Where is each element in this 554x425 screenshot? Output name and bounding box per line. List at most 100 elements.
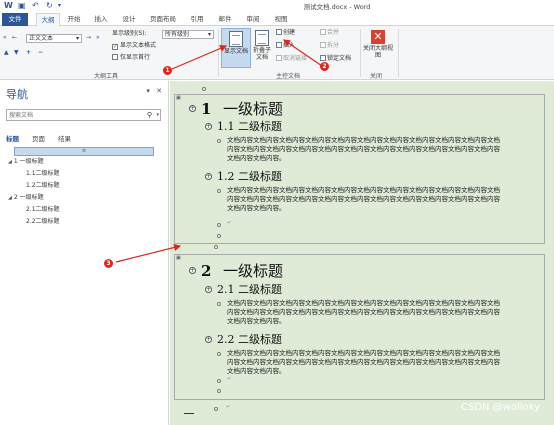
- nav-options-icon[interactable]: ▾: [146, 87, 150, 95]
- demote-icon[interactable]: →: [86, 34, 91, 42]
- tab-page-layout[interactable]: 页面布局: [146, 13, 180, 26]
- insert-label: 插入: [283, 42, 296, 49]
- empty-paragraph-bullet: [217, 234, 221, 238]
- heading1-number: 2: [201, 262, 212, 280]
- nav-pane-controls: ▾ ✕: [146, 87, 162, 95]
- nav-item[interactable]: 2.1二级标题: [26, 205, 60, 214]
- create-subdoc-button[interactable]: 创建: [276, 29, 295, 37]
- expand-plus-icon[interactable]: +: [189, 105, 196, 112]
- promote-icon[interactable]: ←: [12, 34, 17, 42]
- tab-mailings[interactable]: 邮件: [214, 13, 236, 26]
- empty-paragraph-bullet: [217, 389, 221, 393]
- show-level-select[interactable]: 所有级别 ▾: [162, 30, 214, 39]
- tab-design[interactable]: 设计: [118, 13, 140, 26]
- nav-item-label: 1.1二级标题: [26, 170, 60, 177]
- show-document-icon: [229, 31, 243, 47]
- first-line-only-checkbox[interactable]: 仅显示首行: [112, 54, 150, 62]
- expand-icon[interactable]: +: [26, 49, 31, 57]
- outline-document-area[interactable]: ▣ + 1 一级标题 + 1.1 二级标题 文档内容文档内容文档内容文档内容文档…: [170, 81, 554, 425]
- nav-tab-results[interactable]: 结果: [58, 133, 71, 143]
- demote-to-body-icon[interactable]: »: [96, 34, 100, 42]
- nav-item[interactable]: ◢ 2 一级标题: [8, 193, 44, 203]
- move-down-icon[interactable]: ▼: [14, 49, 19, 57]
- lock-icon: [320, 55, 326, 61]
- body-text: 文档内容文档内容文档内容文档内容文档内容文档内容文档内容文档内容文档内容文档内容…: [227, 136, 500, 162]
- master-doc-group-label: 主控文档: [276, 73, 301, 80]
- nav-item[interactable]: 1.2二级标题: [26, 181, 60, 190]
- show-text-format-checkbox[interactable]: ✓ 显示文本格式: [112, 42, 156, 50]
- navigation-pane: 导航 ▾ ✕ ⚲ ▾ 标题 页面 结果 ≡ ◢1 一级标题 1.1二级标题 1.…: [0, 81, 169, 425]
- split-label: 拆分: [327, 42, 340, 49]
- ribbon: « ← 正文文本 ▾ → » ▲ ▼ + − 显示级别(S): 所有级别 ▾ ✓…: [0, 26, 554, 80]
- body-bullet: [217, 302, 221, 306]
- chevron-down-icon: ▾: [75, 35, 79, 42]
- group-divider: [398, 29, 399, 77]
- split-subdoc-button[interactable]: 拆分: [320, 42, 339, 50]
- nav-tab-headings[interactable]: 标题: [6, 133, 19, 143]
- show-level-value: 所有级别: [165, 31, 190, 38]
- close-group-label: 关闭: [370, 73, 383, 80]
- unlink-subdoc-button[interactable]: 取消链接: [276, 55, 307, 63]
- move-up-icon[interactable]: ▲: [4, 49, 9, 57]
- outline-level-select[interactable]: 正文文本 ▾: [26, 34, 82, 43]
- expand-plus-icon[interactable]: +: [205, 123, 212, 130]
- subdocument-block-1[interactable]: ▣ + 1 一级标题 + 1.1 二级标题 文档内容文档内容文档内容文档内容文档…: [174, 94, 545, 244]
- expand-plus-icon[interactable]: +: [205, 173, 212, 180]
- collapse-subdocs-icon: [255, 30, 269, 46]
- empty-paragraph-bullet: [214, 407, 218, 411]
- annotation-badge-3: 3: [104, 259, 113, 268]
- tab-home[interactable]: 开始: [63, 13, 85, 26]
- merge-label: 合并: [327, 29, 340, 36]
- collapse-icon[interactable]: −: [38, 49, 43, 57]
- nav-search-box[interactable]: ⚲ ▾: [6, 109, 161, 121]
- close-outline-view-button[interactable]: ✕ 关闭大纲视图: [362, 28, 394, 68]
- nav-item[interactable]: ◢ 1 一级标题: [8, 157, 44, 167]
- nav-tab-pages[interactable]: 页面: [32, 133, 45, 143]
- create-label: 创建: [283, 29, 296, 36]
- subdocument-block-2[interactable]: ▣ + 2 一级标题 + 2.1 二级标题 文档内容文档内容文档内容文档内容文档…: [174, 254, 545, 400]
- collapse-subdocs-button[interactable]: 折叠子文档: [251, 28, 273, 68]
- tab-file[interactable]: 文件: [2, 13, 28, 26]
- chevron-down-icon: ▾: [207, 31, 211, 38]
- expand-plus-icon[interactable]: +: [205, 286, 212, 293]
- tab-insert[interactable]: 插入: [90, 13, 112, 26]
- chevron-down-icon[interactable]: ▾: [156, 110, 159, 120]
- create-icon: [276, 29, 282, 35]
- tab-review[interactable]: 审阅: [242, 13, 264, 26]
- nav-selected-heading[interactable]: ≡: [14, 147, 154, 156]
- expand-plus-icon[interactable]: +: [205, 336, 212, 343]
- tab-view[interactable]: 视图: [270, 13, 292, 26]
- search-icon[interactable]: ⚲: [147, 110, 152, 120]
- body-bullet: [217, 139, 221, 143]
- close-icon: ✕: [371, 30, 385, 44]
- heading2: 1.2 二级标题: [217, 170, 282, 183]
- nav-item[interactable]: 2.2二级标题: [26, 217, 60, 226]
- merge-subdoc-button[interactable]: 合并: [320, 29, 339, 37]
- nav-item-label: 1 一级标题: [13, 158, 44, 165]
- paragraph-mark: ↵: [227, 376, 232, 382]
- empty-paragraph-bullet: [217, 223, 221, 227]
- lock-label: 锁定文档: [327, 55, 352, 62]
- watermark: CSDN @wolloky: [460, 402, 540, 413]
- merge-icon: [320, 29, 326, 35]
- unlink-label: 取消链接: [283, 55, 308, 62]
- expand-plus-icon[interactable]: +: [189, 267, 196, 274]
- collapse-triangle-icon[interactable]: ◢: [8, 159, 12, 165]
- body-text: 文档内容文档内容文档内容文档内容文档内容文档内容文档内容文档内容文档内容文档内容…: [227, 186, 500, 212]
- subdoc-marker-icon: ▣: [176, 95, 181, 101]
- nav-search-input[interactable]: [7, 110, 135, 120]
- collapse-triangle-icon[interactable]: ◢: [8, 195, 12, 201]
- empty-paragraph-bullet: [202, 87, 206, 91]
- outline-tools-group-label: 大纲工具: [94, 73, 119, 80]
- nav-item-label: 1.2二级标题: [26, 182, 60, 189]
- tab-references[interactable]: 引用: [186, 13, 208, 26]
- tab-outline[interactable]: 大纲: [36, 13, 60, 26]
- nav-item[interactable]: 1.1二级标题: [26, 169, 60, 178]
- ribbon-tabs: 文件 大纲 开始 插入 设计 页面布局 引用 邮件 审阅 视图: [0, 12, 554, 26]
- group-divider: [218, 29, 219, 77]
- show-document-button[interactable]: 显示文档: [221, 28, 251, 68]
- insert-subdoc-button[interactable]: 插入: [276, 42, 295, 50]
- nav-item-label: 2.2二级标题: [26, 218, 60, 225]
- nav-close-icon[interactable]: ✕: [156, 87, 162, 95]
- promote-to-heading1-icon[interactable]: «: [3, 34, 7, 42]
